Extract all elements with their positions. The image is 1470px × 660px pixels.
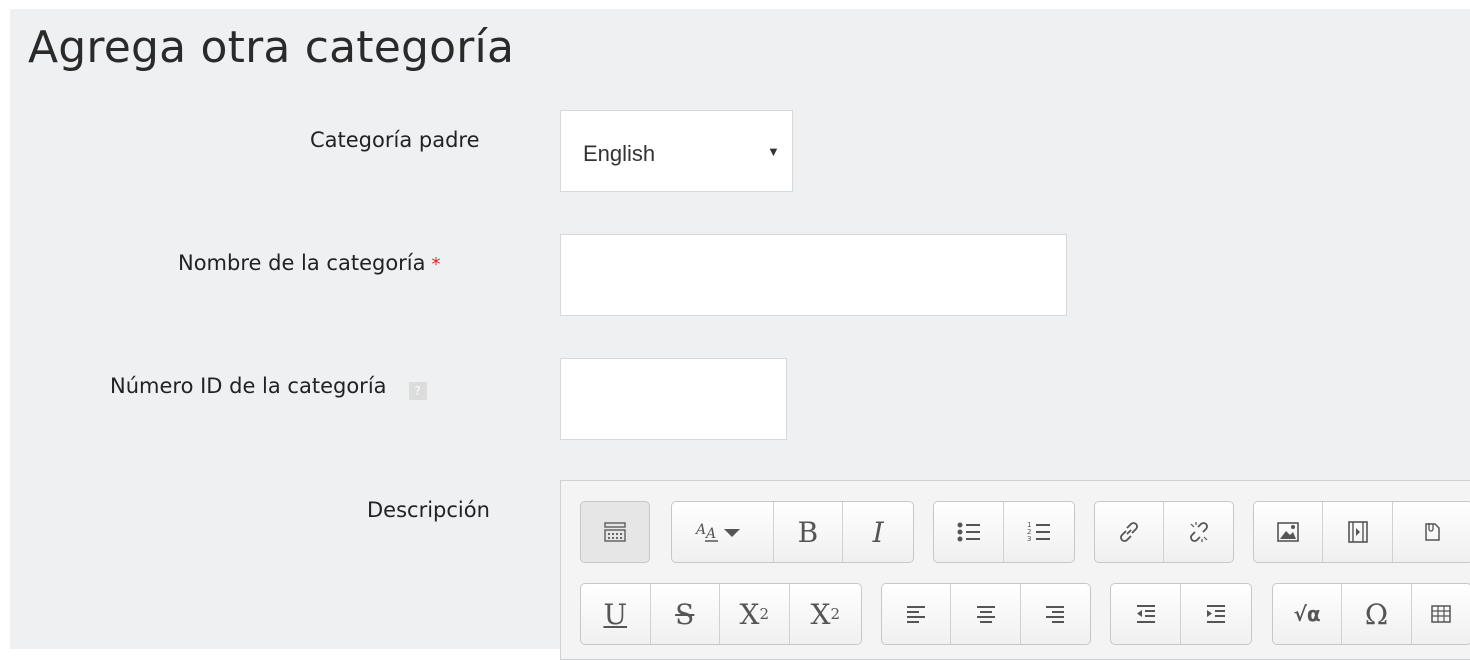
equation-icon: √α bbox=[1293, 602, 1321, 626]
text-style-group: A A B I bbox=[671, 501, 914, 563]
media-group bbox=[1253, 501, 1470, 563]
link-button[interactable] bbox=[1095, 502, 1164, 562]
insert-group: √α Ω bbox=[1272, 583, 1470, 645]
link-group bbox=[1094, 501, 1234, 563]
underline-button[interactable]: U bbox=[581, 584, 651, 644]
superscript-num: 2 bbox=[830, 605, 840, 623]
align-center-icon bbox=[976, 606, 995, 623]
media-icon bbox=[1347, 521, 1368, 543]
font-style-icon: A A bbox=[694, 522, 741, 542]
list-group: 123 bbox=[933, 501, 1075, 563]
unlink-button[interactable] bbox=[1164, 502, 1233, 562]
image-icon bbox=[1277, 522, 1299, 542]
subscript-base: X bbox=[739, 597, 760, 631]
font-style-button[interactable]: A A bbox=[672, 502, 774, 562]
align-center-button[interactable] bbox=[951, 584, 1021, 644]
align-left-icon bbox=[907, 606, 926, 623]
file-icon bbox=[1425, 523, 1441, 541]
category-name-label-text: Nombre de la categoría bbox=[178, 251, 426, 275]
underline-label: U bbox=[603, 597, 628, 631]
page-title: Agrega otra categoría bbox=[28, 22, 515, 73]
category-id-label: Número ID de la categoría? bbox=[110, 374, 427, 400]
equation-button[interactable]: √α bbox=[1273, 584, 1343, 644]
align-left-button[interactable] bbox=[882, 584, 952, 644]
bullet-list-button[interactable] bbox=[934, 502, 1004, 562]
bold-label: B bbox=[797, 515, 819, 549]
media-button[interactable] bbox=[1323, 502, 1393, 562]
text-format-group: U S X2 X2 bbox=[580, 583, 862, 645]
superscript-base: X bbox=[810, 597, 831, 631]
subscript-num: 2 bbox=[759, 605, 769, 623]
align-right-button[interactable] bbox=[1021, 584, 1090, 644]
parent-category-value: English bbox=[583, 141, 656, 166]
indent-group bbox=[1110, 583, 1252, 645]
special-char-button[interactable]: Ω bbox=[1342, 584, 1412, 644]
strikethrough-label: S bbox=[675, 597, 695, 631]
image-button[interactable] bbox=[1254, 502, 1324, 562]
svg-text:A: A bbox=[704, 526, 716, 542]
svg-text:3: 3 bbox=[1027, 535, 1031, 543]
toolbar-toggle-group bbox=[580, 501, 650, 563]
superscript-button[interactable]: X2 bbox=[790, 584, 861, 644]
parent-category-select[interactable]: English ▼ bbox=[560, 110, 793, 192]
italic-button[interactable]: I bbox=[843, 502, 913, 562]
subscript-button[interactable]: X2 bbox=[720, 584, 790, 644]
numbered-list-button[interactable]: 123 bbox=[1004, 502, 1074, 562]
file-button[interactable] bbox=[1393, 502, 1470, 562]
italic-label: I bbox=[872, 515, 884, 549]
indent-button[interactable] bbox=[1181, 584, 1251, 644]
unlink-icon bbox=[1189, 522, 1208, 542]
keyboard-icon bbox=[604, 522, 626, 542]
strikethrough-button[interactable]: S bbox=[651, 584, 720, 644]
category-name-label: Nombre de la categoría * bbox=[178, 251, 441, 275]
link-icon bbox=[1120, 522, 1138, 542]
description-editor[interactable]: A A B I 123 U S X 2 X 2 √α Ω bbox=[560, 480, 1470, 660]
outdent-button[interactable] bbox=[1111, 584, 1181, 644]
category-name-input[interactable] bbox=[560, 234, 1067, 316]
bullet-list-icon bbox=[957, 522, 980, 542]
table-icon bbox=[1431, 605, 1452, 623]
help-icon[interactable]: ? bbox=[408, 382, 427, 400]
description-label: Descripción bbox=[367, 498, 490, 522]
align-group bbox=[881, 583, 1091, 645]
bold-button[interactable]: B bbox=[774, 502, 844, 562]
align-right-icon bbox=[1046, 606, 1065, 623]
toolbar-toggle-button[interactable] bbox=[581, 502, 649, 562]
parent-category-label: Categoría padre bbox=[310, 128, 480, 152]
numbered-list-icon: 123 bbox=[1027, 521, 1050, 543]
category-id-input[interactable] bbox=[560, 358, 787, 440]
omega-icon: Ω bbox=[1364, 597, 1389, 631]
svg-text:A: A bbox=[694, 522, 706, 538]
category-id-label-text: Número ID de la categoría bbox=[110, 374, 387, 398]
table-button[interactable] bbox=[1412, 584, 1470, 644]
chevron-down-icon: ▼ bbox=[767, 144, 780, 159]
description-label-text: Descripción bbox=[367, 498, 490, 522]
parent-category-label-text: Categoría padre bbox=[310, 128, 480, 152]
outdent-icon bbox=[1136, 605, 1155, 623]
indent-icon bbox=[1207, 605, 1225, 623]
required-icon: * bbox=[431, 254, 441, 275]
